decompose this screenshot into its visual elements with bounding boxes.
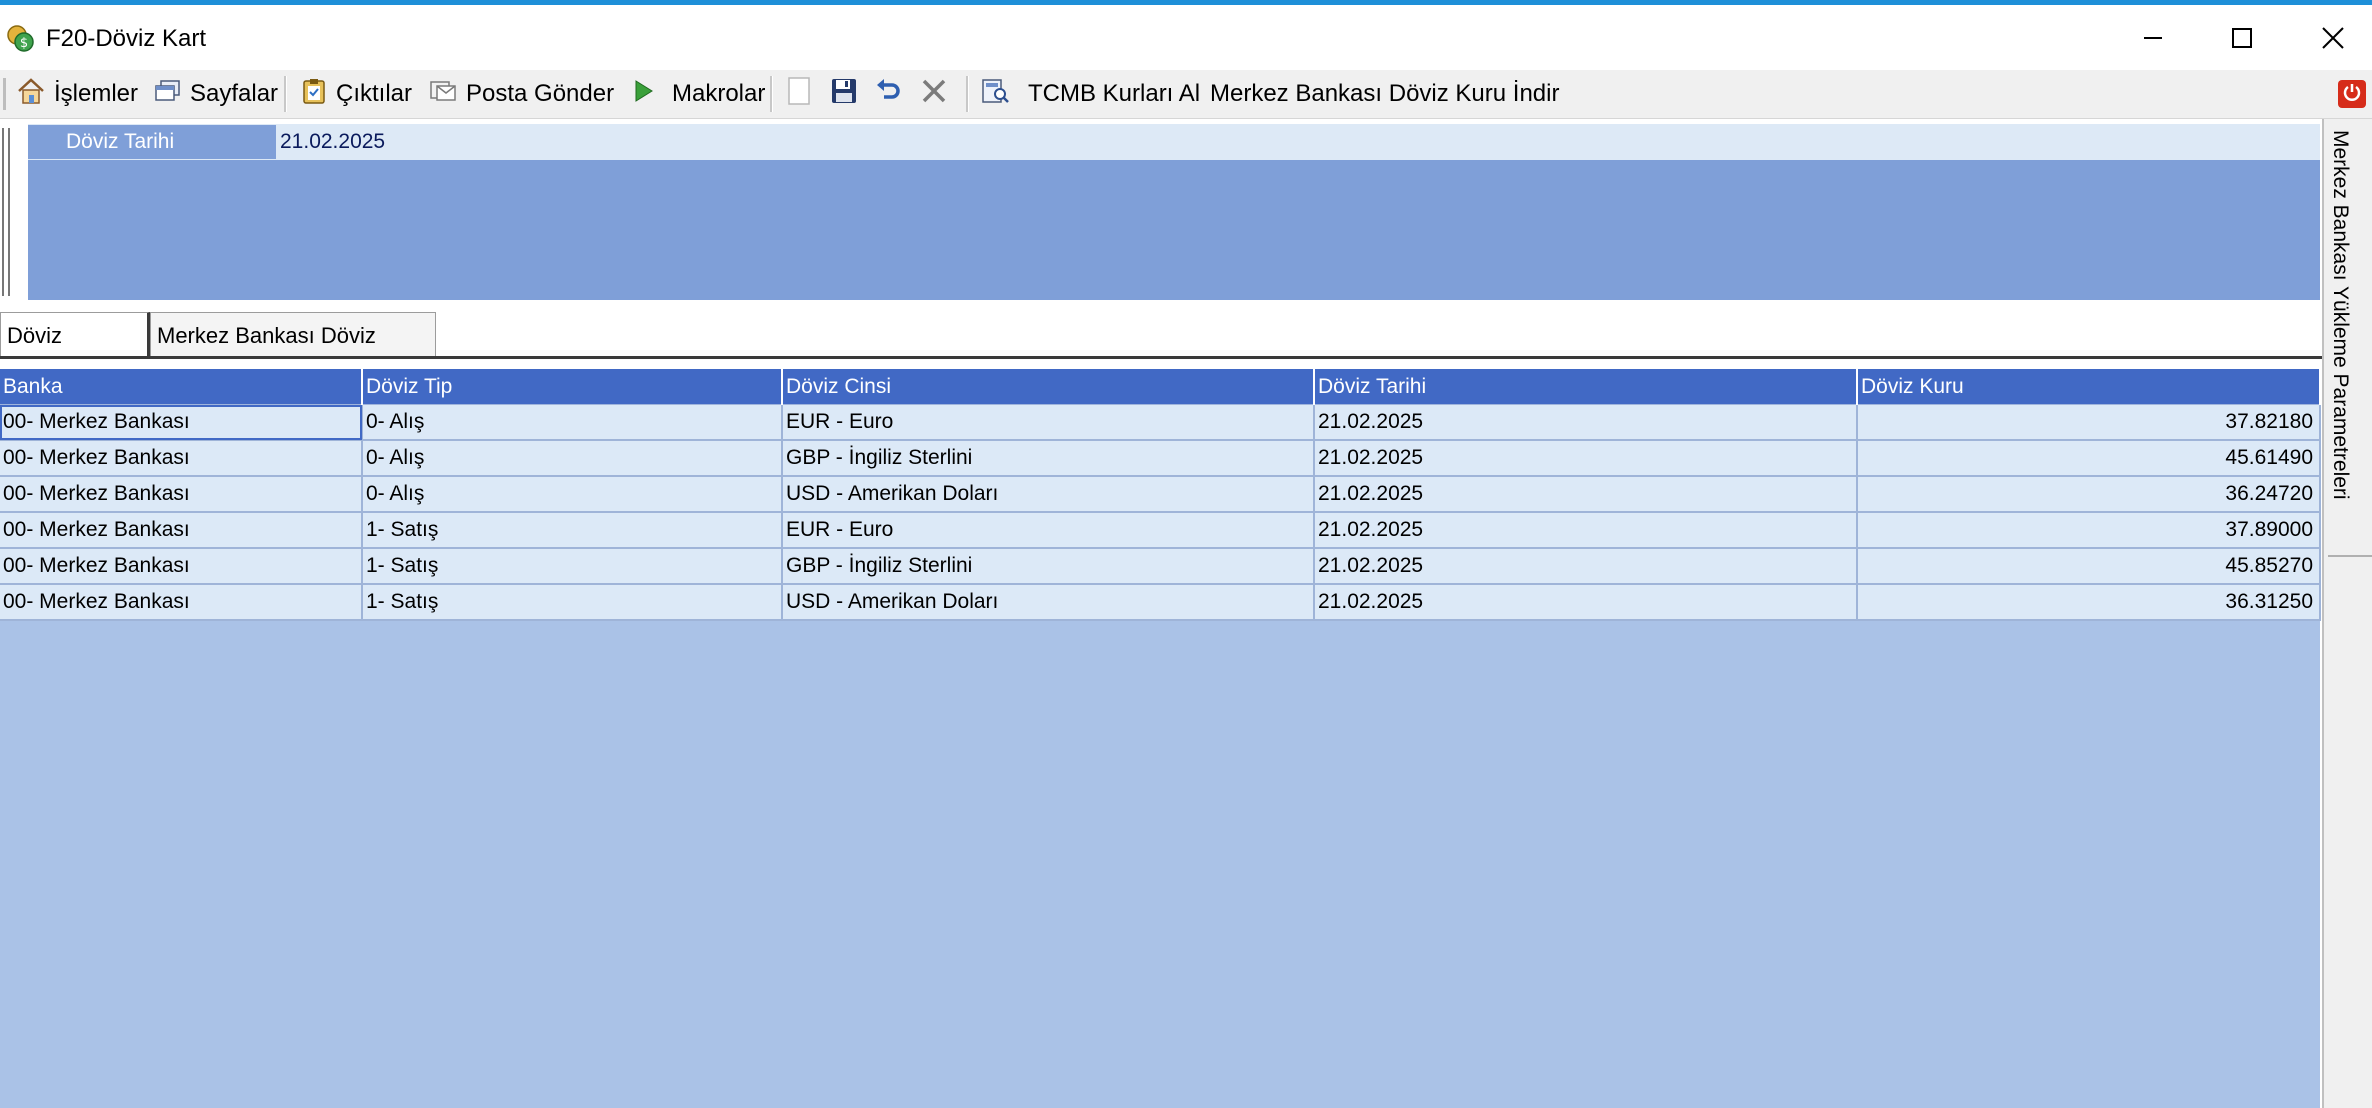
cell-doviz-tip[interactable]: 0- Alış — [362, 440, 783, 477]
delete-button[interactable] — [920, 70, 956, 118]
cell-doviz-tarihi[interactable]: 21.02.2025 — [1314, 440, 1858, 477]
cell-banka[interactable]: 00- Merkez Bankası — [0, 440, 363, 477]
merkez-bankasi-parametreleri-tab[interactable]: Merkez Bankası Yükleme Parametreleri — [2328, 130, 2352, 500]
table-row[interactable]: 00- Merkez Bankası 0- Alış EUR - Euro 21… — [0, 404, 2321, 441]
minimize-icon — [2142, 27, 2164, 54]
merkez-label: Merkez Bankası Döviz Kuru İndir — [1210, 80, 1560, 107]
column-header-doviz-tarihi[interactable]: Döviz Tarihi — [1314, 369, 1858, 405]
cell-banka[interactable]: 00- Merkez Bankası — [0, 548, 363, 585]
maximize-button[interactable] — [2207, 15, 2277, 65]
posta-gonder-menu[interactable]: Posta Gönder — [428, 70, 614, 118]
undo-icon — [874, 77, 910, 112]
play-icon — [630, 78, 664, 111]
pages-icon — [152, 78, 190, 111]
table-row[interactable]: 00- Merkez Bankası 1- Satış GBP - İngili… — [0, 548, 2321, 585]
coins-icon: $ — [5, 23, 35, 53]
posta-label: Posta Gönder — [466, 80, 615, 107]
doviz-tarihi-input[interactable]: 21.02.2025 — [280, 125, 385, 159]
makrolar-label: Makrolar — [672, 80, 766, 107]
close-icon — [2321, 26, 2345, 55]
power-button[interactable] — [2338, 80, 2366, 108]
cell-doviz-tip[interactable]: 0- Alış — [362, 476, 783, 513]
undo-button[interactable] — [874, 70, 910, 118]
cell-doviz-tip[interactable]: 1- Satış — [362, 512, 783, 549]
power-icon — [2342, 82, 2362, 107]
minimize-button[interactable] — [2118, 15, 2188, 65]
tab-strip-underline — [0, 356, 2322, 359]
cell-banka[interactable]: 00- Merkez Bankası — [0, 584, 363, 621]
cell-doviz-tip[interactable]: 1- Satış — [362, 548, 783, 585]
sayfalar-label: Sayfalar — [190, 80, 279, 107]
cell-doviz-cinsi[interactable]: USD - Amerikan Doları — [782, 476, 1315, 513]
delete-x-icon — [920, 77, 956, 112]
tab-doviz-hareket[interactable]: Döviz Hareket — [0, 312, 150, 394]
close-button[interactable] — [2298, 15, 2368, 65]
makrolar-menu[interactable]: Makrolar — [630, 70, 765, 118]
table-row[interactable]: 00- Merkez Bankası 1- Satış USD - Amerik… — [0, 584, 2321, 621]
islemler-menu[interactable]: İşlemler — [16, 70, 138, 118]
column-header-banka[interactable]: Banka — [0, 369, 363, 405]
cell-doviz-cinsi[interactable]: GBP - İngiliz Sterlini — [782, 440, 1315, 477]
cell-doviz-tarihi[interactable]: 21.02.2025 — [1314, 512, 1858, 549]
right-panel-divider — [2328, 555, 2372, 557]
toolbar: İşlemler Sayfalar Çıktılar Posta Gönder … — [0, 70, 2372, 119]
toolbar-separator — [966, 76, 969, 112]
cell-doviz-cinsi[interactable]: EUR - Euro — [782, 404, 1315, 441]
cell-doviz-kuru[interactable]: 37.89000 — [1857, 512, 2321, 549]
merkez-bankasi-indir-button[interactable]: Merkez Bankası Döviz Kuru İndir — [1210, 70, 1559, 118]
column-header-doviz-cinsi[interactable]: Döviz Cinsi — [782, 369, 1315, 405]
cell-doviz-tarihi[interactable]: 21.02.2025 — [1314, 404, 1858, 441]
cell-banka[interactable]: 00- Merkez Bankası — [0, 476, 363, 513]
grid-header-row: Banka Döviz Tip Döviz Cinsi Döviz Tarihi… — [0, 369, 2321, 405]
calculator-search-icon — [980, 77, 1018, 112]
cell-doviz-kuru[interactable]: 36.24720 — [1857, 476, 2321, 513]
toolbar-separator — [284, 76, 287, 112]
cell-doviz-kuru[interactable]: 45.85270 — [1857, 548, 2321, 585]
cell-doviz-tarihi[interactable]: 21.02.2025 — [1314, 584, 1858, 621]
cell-doviz-cinsi[interactable]: GBP - İngiliz Sterlini — [782, 548, 1315, 585]
table-row[interactable]: 00- Merkez Bankası 1- Satış EUR - Euro 2… — [0, 512, 2321, 549]
header-field-area — [28, 160, 2320, 300]
floppy-disk-icon — [830, 77, 866, 112]
ciktilar-label: Çıktılar — [336, 80, 413, 107]
tcmb-label: TCMB Kurları Al — [1028, 80, 1201, 107]
toolbar-grip[interactable] — [3, 78, 6, 110]
home-icon — [16, 77, 54, 112]
cell-doviz-kuru[interactable]: 37.82180 — [1857, 404, 2321, 441]
ciktilar-menu[interactable]: Çıktılar — [300, 70, 412, 118]
doviz-grid: Banka Döviz Tip Döviz Cinsi Döviz Tarihi… — [0, 369, 2321, 621]
new-record-button[interactable] — [786, 70, 820, 118]
maximize-icon — [2231, 27, 2253, 54]
cell-banka[interactable]: 00- Merkez Bankası — [0, 512, 363, 549]
cell-doviz-cinsi[interactable]: USD - Amerikan Doları — [782, 584, 1315, 621]
cell-doviz-tarihi[interactable]: 21.02.2025 — [1314, 476, 1858, 513]
cell-doviz-kuru[interactable]: 36.31250 — [1857, 584, 2321, 621]
table-row[interactable]: 00- Merkez Bankası 0- Alış GBP - İngiliz… — [0, 440, 2321, 477]
islemler-label: İşlemler — [54, 80, 139, 107]
doviz-tarihi-label: Döviz Tarihi — [28, 125, 276, 159]
blank-page-icon — [786, 76, 820, 113]
table-row[interactable]: 00- Merkez Bankası 0- Alış USD - Amerika… — [0, 476, 2321, 513]
cell-banka[interactable]: 00- Merkez Bankası — [0, 404, 363, 441]
title-bar: $ F20-Döviz Kart — [0, 5, 2372, 70]
cell-doviz-tip[interactable]: 1- Satış — [362, 584, 783, 621]
svg-text:$: $ — [20, 36, 28, 51]
toolbar-separator — [770, 76, 773, 112]
cell-doviz-cinsi[interactable]: EUR - Euro — [782, 512, 1315, 549]
tab-merkez-bankasi-doviz-kurlari[interactable]: Merkez Bankası Döviz Kurları — [150, 312, 436, 394]
column-header-doviz-tip[interactable]: Döviz Tip — [362, 369, 783, 405]
cell-doviz-kuru[interactable]: 45.61490 — [1857, 440, 2321, 477]
cell-doviz-tarihi[interactable]: 21.02.2025 — [1314, 548, 1858, 585]
window-title: F20-Döviz Kart — [46, 25, 207, 52]
mail-icon — [428, 78, 466, 111]
sayfalar-menu[interactable]: Sayfalar — [152, 70, 278, 118]
save-button[interactable] — [830, 70, 866, 118]
column-header-doviz-kuru[interactable]: Döviz Kuru — [1857, 369, 2321, 405]
cell-doviz-tip[interactable]: 0- Alış — [362, 404, 783, 441]
clipboard-icon — [300, 77, 336, 112]
tcmb-kurlari-al-button[interactable]: TCMB Kurları Al — [980, 70, 1200, 118]
